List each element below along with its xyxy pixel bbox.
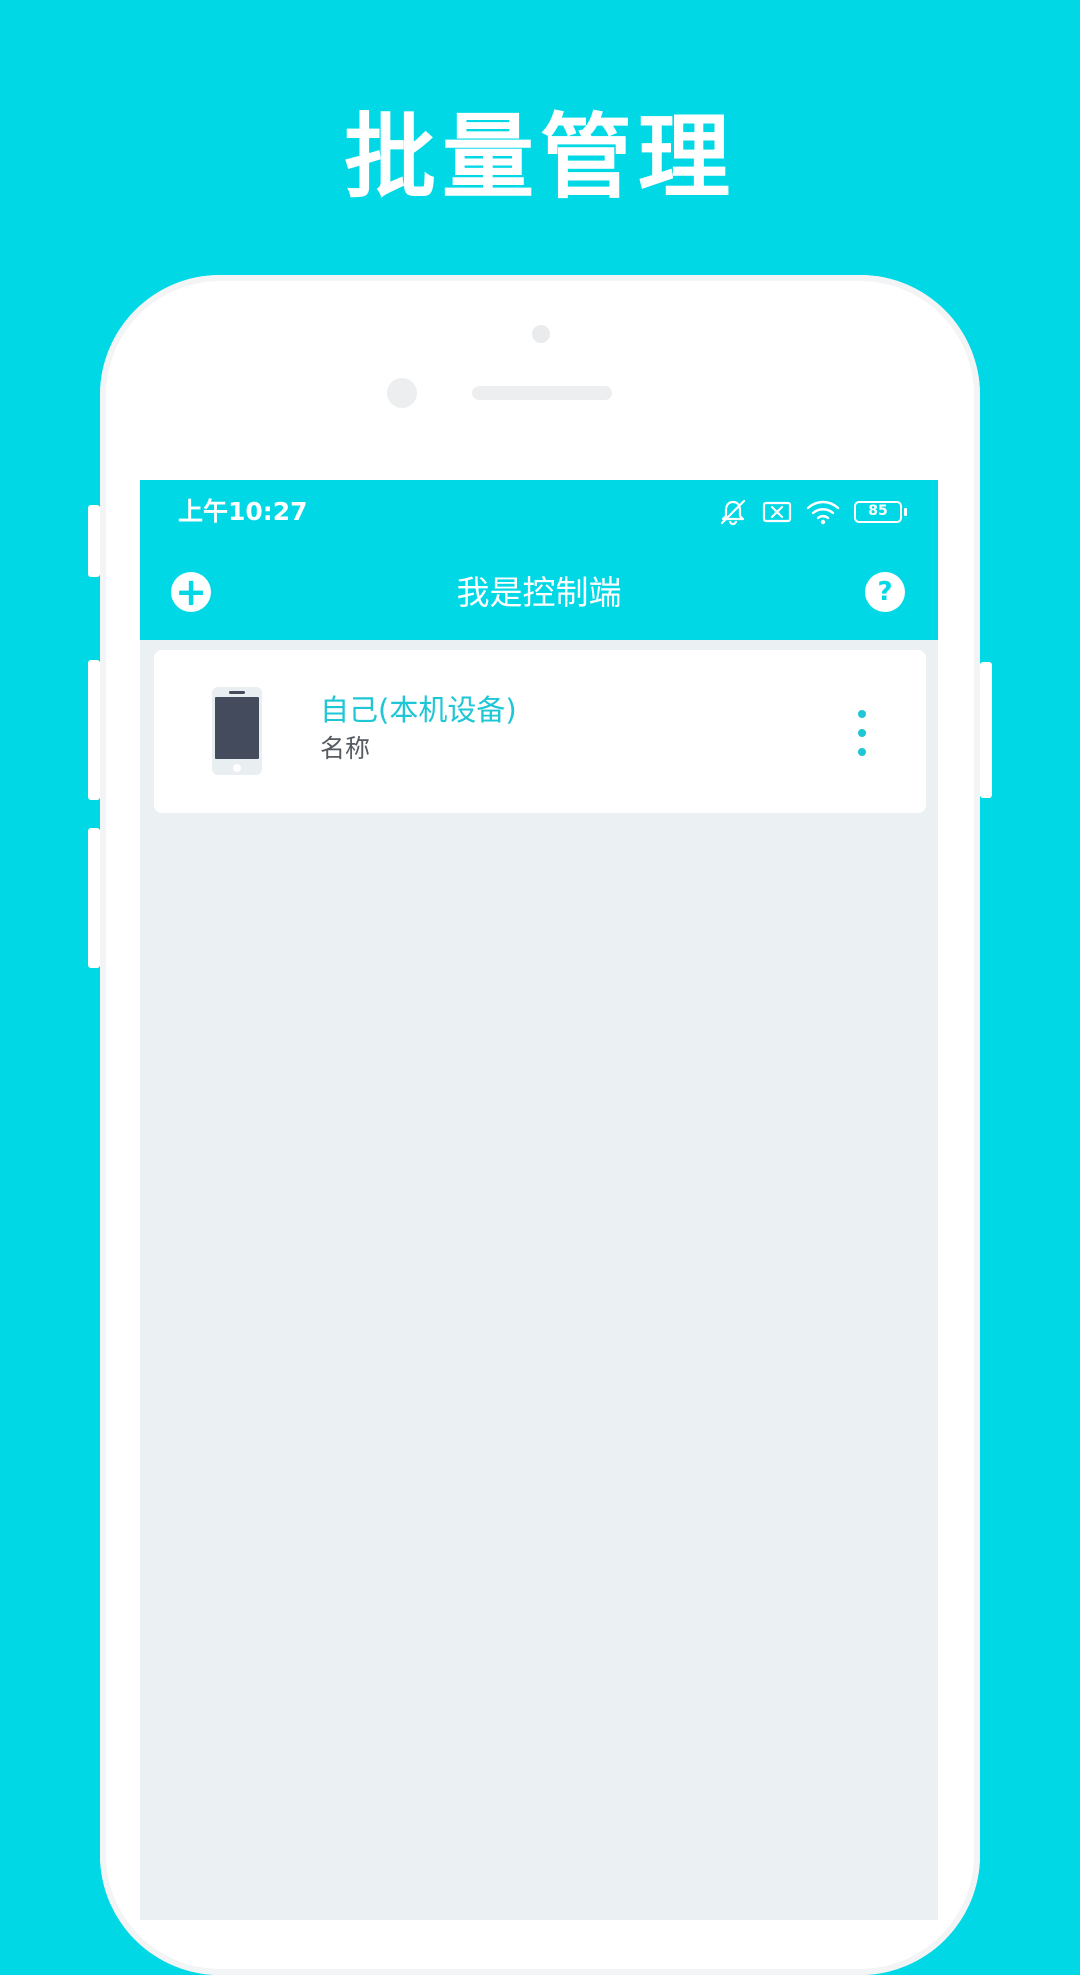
status-icons: 85 — [718, 495, 907, 529]
front-camera — [387, 378, 417, 408]
help-button[interactable]: ? — [865, 572, 905, 612]
device-name: 自己(本机设备) — [320, 693, 517, 727]
phone-power-button — [980, 662, 992, 798]
no-sim-icon — [762, 501, 792, 523]
phone-device-icon — [212, 687, 262, 775]
status-bar: 上午10:27 85 — [140, 480, 938, 546]
wifi-icon — [806, 500, 840, 525]
battery-level: 85 — [868, 503, 888, 519]
phone-mute-switch — [88, 505, 100, 577]
device-subtitle: 名称 — [320, 734, 371, 763]
app-bar: + 我是控制端 ? — [140, 546, 938, 640]
promo-headline: 批量管理 — [343, 104, 736, 211]
status-time: 上午10:27 — [178, 497, 308, 526]
proximity-sensor — [532, 325, 550, 343]
bell-mute-icon — [720, 499, 746, 526]
help-icon: ? — [877, 577, 893, 607]
phone-volume-down-button — [88, 828, 100, 968]
app-screen: 上午10:27 85 + 我是控制端 ? 自己(本机设备) 名称 — [140, 480, 938, 1920]
more-vertical-icon[interactable] — [854, 708, 870, 758]
earpiece-speaker — [472, 386, 612, 400]
phone-volume-up-button — [88, 660, 100, 800]
battery-icon: 85 — [854, 501, 907, 523]
page-title: 我是控制端 — [456, 573, 622, 612]
device-card[interactable]: 自己(本机设备) 名称 — [154, 650, 926, 813]
